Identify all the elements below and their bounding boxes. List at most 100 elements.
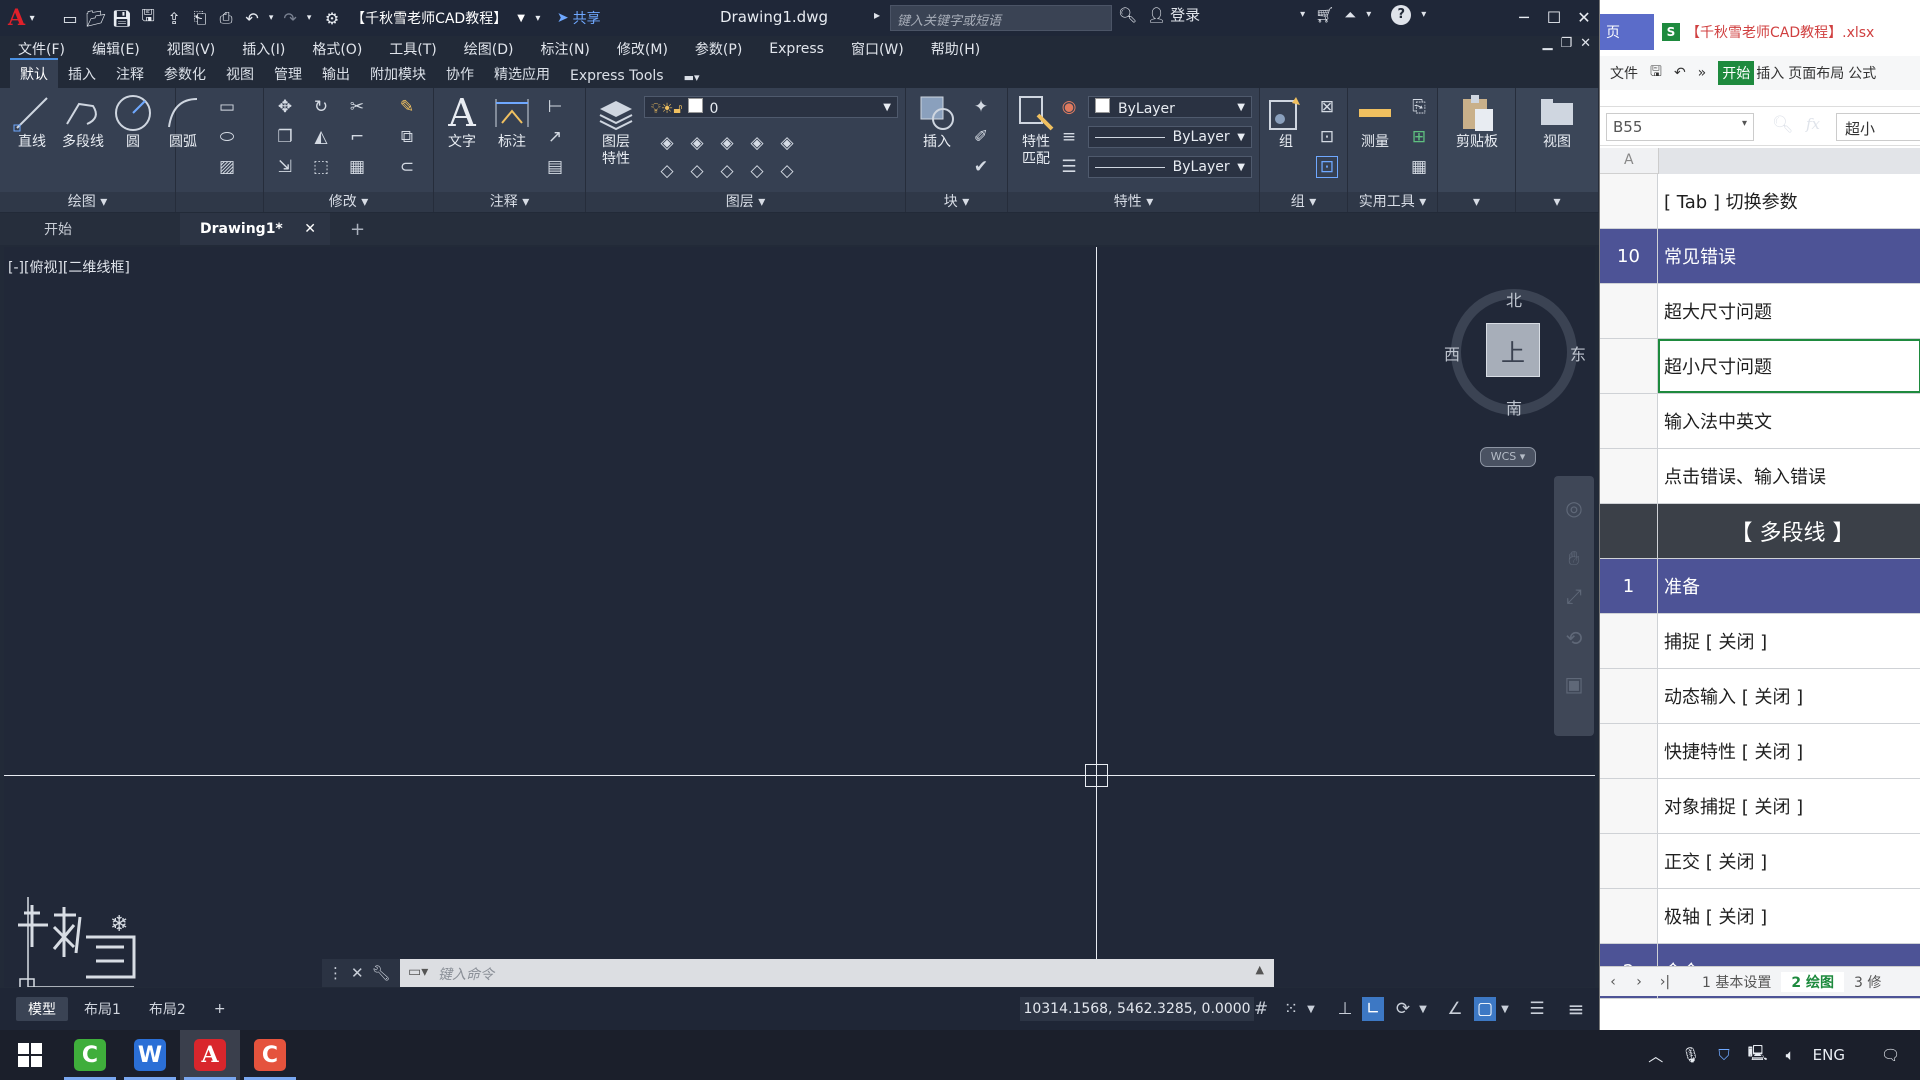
grid-icon[interactable]: # [1250,997,1272,1021]
menu-modify[interactable]: 修改(M) [617,39,668,59]
menu-dimension[interactable]: 标注(N) [541,39,590,59]
excel-tab-formula[interactable]: 公式 [1848,63,1876,83]
workspace-selector[interactable]: 【千秋雪老师CAD教程】 ▼ [345,5,531,31]
cell[interactable]: 动态输入 [ 关闭 ] [1658,669,1920,723]
tab-parametric[interactable]: 参数化 [154,60,216,88]
tab-collaborate[interactable]: 协作 [436,60,484,88]
publish-icon[interactable]: ⎗ [187,5,213,31]
start-button[interactable] [0,1030,60,1080]
tab-addins[interactable]: 附加模块 [360,60,436,88]
hatch-icon[interactable]: ▨ [216,156,238,178]
transparency-icon[interactable]: ☰ [1058,156,1080,178]
column-a-header[interactable]: A [1624,152,1634,168]
coordinate-display[interactable]: 10314.1568, 5462.3285, 0.0000 [1020,997,1254,1021]
group-panel-title[interactable]: 组 ▾ [1260,192,1347,212]
table-row[interactable]: 超小尺寸问题 [1600,339,1920,394]
menu-draw[interactable]: 绘图(D) [464,39,514,59]
volume-icon[interactable]: 🔈︎ [1786,1046,1795,1064]
table-row[interactable]: 超大尺寸问题 [1600,284,1920,339]
sheet-tab-3[interactable]: 3 修 [1844,972,1891,992]
excel-more-icon[interactable]: » [1698,65,1707,81]
rotate-icon[interactable]: ↻ [310,96,332,118]
tab-annotate[interactable]: 注释 [106,60,154,88]
cell[interactable]: 对象捕捉 [ 关闭 ] [1658,779,1920,833]
sheet-tab-1[interactable]: 1 基本设置 [1692,972,1781,992]
calculator-icon[interactable]: ▦ [1408,156,1430,178]
table-row[interactable]: 10 常见错误 [1600,229,1920,284]
clipboard-panel-title[interactable]: ▾ [1438,192,1515,212]
menu-format[interactable]: 格式(O) [312,39,362,59]
new-tab-icon[interactable]: + [350,219,365,240]
add-layout-icon[interactable]: + [202,997,238,1021]
save-icon[interactable]: 💾︎ [109,5,135,31]
table-row[interactable]: 1 准备 [1600,559,1920,614]
table-row[interactable]: [ Tab ] 切换参数 [1600,174,1920,229]
polar-tracking-icon[interactable]: ⟳ [1392,997,1414,1021]
utilities-panel-title[interactable]: 实用工具 ▾ [1348,192,1437,212]
layer-tool-8-icon[interactable]: ◇ [716,160,738,182]
doc-close-icon[interactable]: ✕ [1580,36,1591,51]
close-tab-icon[interactable]: ✕ [304,221,316,237]
input-language[interactable]: ENG [1813,1046,1845,1064]
object-snap-icon[interactable]: ▢ [1474,997,1496,1021]
save-as-icon[interactable]: 🖫 [135,5,161,31]
notification-icon[interactable]: 🗨︎ [1881,1046,1900,1064]
line-button[interactable]: 直线 [8,92,56,151]
view-button[interactable]: 视图 [1526,92,1588,151]
copy-icon[interactable]: ❐ [274,126,296,148]
doc-minimize-icon[interactable]: ▁ [1542,36,1552,51]
tab-start[interactable]: 开始 [0,213,180,245]
tab-manage[interactable]: 管理 [264,60,312,88]
drawing-canvas[interactable]: [-][俯视][二维线框] 上 北 南 西 东 WCS ▾ ◎ ✋︎ ⤢ ⟲ ▣ [4,247,1595,987]
excel-tab-insert[interactable]: 插入 [1756,63,1784,83]
a360-dropdown-icon[interactable]: ▾ [1366,9,1371,20]
taskbar-camtasia[interactable]: C [60,1030,120,1080]
cell[interactable]: 点击错误、输入错误 [1658,449,1920,503]
annotation-panel-title[interactable]: 注释 ▾ [434,192,585,212]
cell[interactable]: 输入法中英文 [1658,394,1920,448]
menu-insert[interactable]: 插入(I) [242,39,285,59]
layer-tool-5-icon[interactable]: ◈ [776,132,798,154]
cell[interactable]: 快捷特性 [ 关闭 ] [1658,724,1920,778]
name-box[interactable]: B55 ▾ [1606,113,1754,141]
group-button[interactable]: 组 [1264,92,1308,151]
table-row[interactable]: 捕捉 [ 关闭 ] [1600,614,1920,669]
taskbar-autocad[interactable]: A [180,1030,240,1080]
tab-layout2[interactable]: 布局2 [137,997,198,1021]
layers-panel-title[interactable]: 图层 ▾ [586,192,905,212]
layer-tool-3-icon[interactable]: ◈ [716,132,738,154]
block-panel-title[interactable]: 块 ▾ [906,192,1007,212]
tab-default[interactable]: 默认 [10,58,58,88]
layer-dropdown[interactable]: 💡︎☀🔓︎ 0 ▼ [644,96,898,118]
compass-north[interactable]: 北 [1506,287,1522,311]
cell[interactable]: 【 多段线 】 [1658,504,1920,558]
customize-toolbar-icon[interactable]: ▾ [531,5,545,31]
table-row[interactable]: 极轴 [ 关闭 ] [1600,889,1920,944]
polar-dropdown-icon[interactable]: ▼ [1416,997,1430,1021]
autodesk-a360-icon[interactable]: ⏶ [1344,6,1356,24]
snap-icon[interactable]: ⁙ [1280,997,1302,1021]
cell[interactable]: 常见错误 [1658,229,1920,283]
menu-file[interactable]: 文件(F) [18,39,65,59]
excel-tab-home[interactable]: 开始 [1718,61,1755,85]
undo-icon[interactable]: ↶ [239,5,265,31]
draw-panel-title[interactable]: 绘图 ▾ [0,192,175,212]
layer-tool-4-icon[interactable]: ◈ [746,132,768,154]
orbit-icon[interactable]: ⟲ [1562,626,1586,650]
undo-dropdown-icon[interactable]: ▾ [265,5,277,31]
zoom-search-icon[interactable]: 🔍︎ [1772,115,1794,135]
leader-icon[interactable]: ↗ [544,126,566,148]
table-row[interactable]: 点击错误、输入错误 [1600,449,1920,504]
sheet-last-icon[interactable]: ›| [1652,974,1678,990]
table-row[interactable]: 输入法中英文 [1600,394,1920,449]
cell[interactable]: 超大尺寸问题 [1658,284,1920,338]
drag-grip-icon[interactable]: ⋮ [328,964,343,982]
excel-menu-file[interactable]: 文件 [1610,63,1638,83]
search-icon[interactable]: 🔍︎ [1118,6,1137,24]
user-icon[interactable]: 👤︎ [1147,6,1166,24]
lineweight-toggle-icon[interactable]: ☰ [1526,997,1548,1021]
viewcube-top-face[interactable]: 上 [1486,323,1540,377]
excel-tab-page-layout[interactable]: 页面布局 [1788,63,1844,83]
redo-dropdown-icon[interactable]: ▾ [303,5,315,31]
polyline-button[interactable]: 多段线 [58,92,108,151]
